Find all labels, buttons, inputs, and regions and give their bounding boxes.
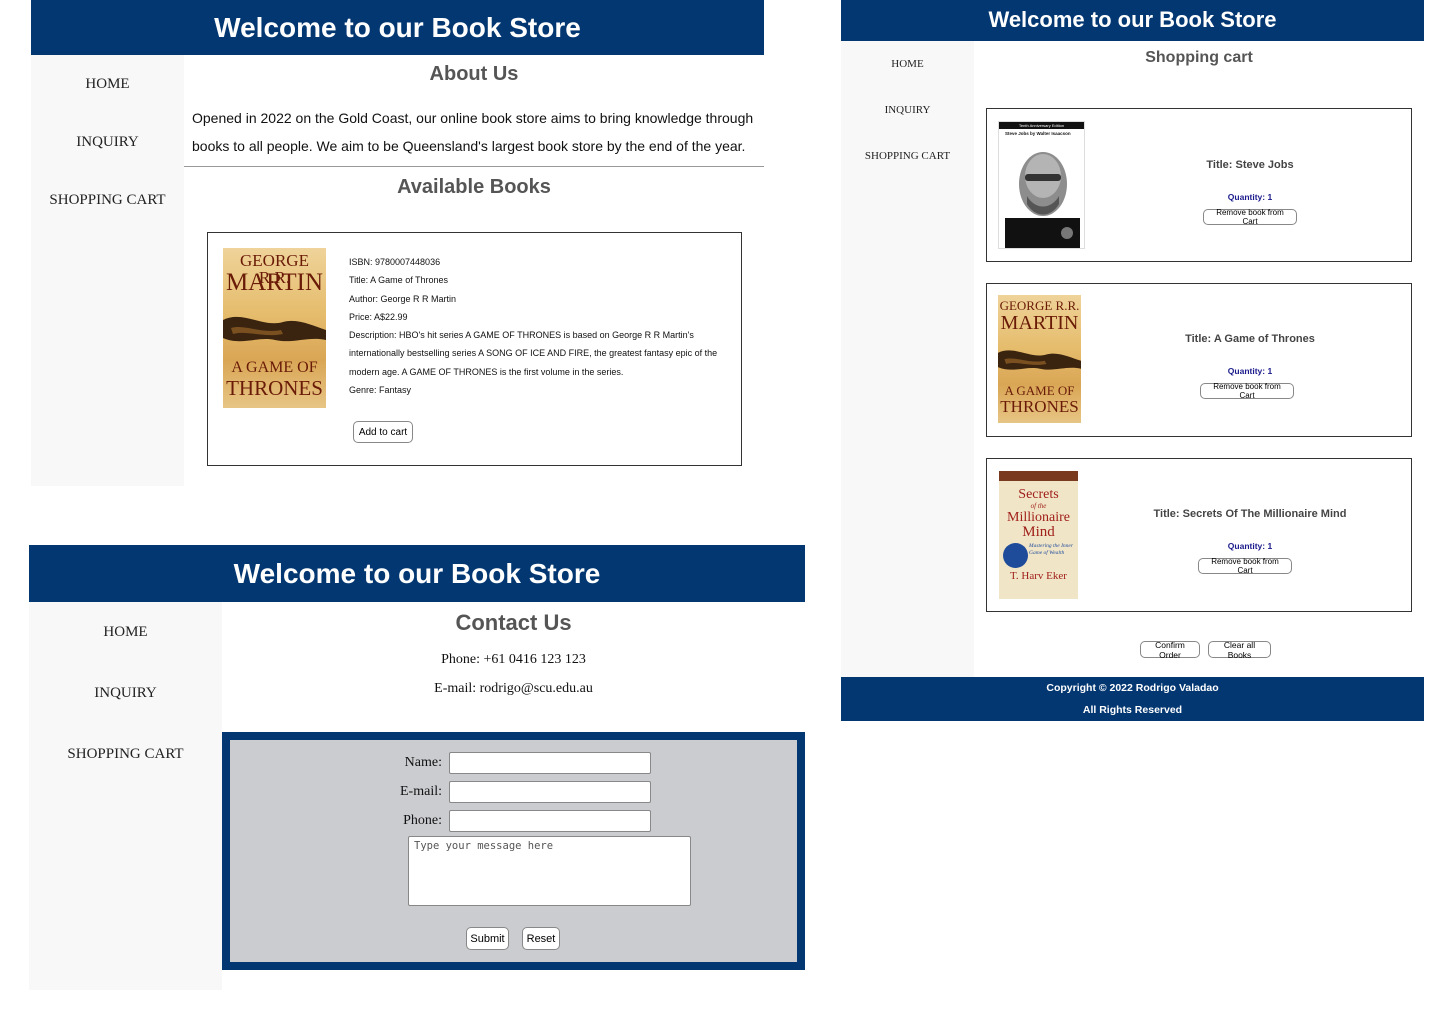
book-description: Description: HBO's hit series A GAME OF … (349, 330, 718, 377)
nav-inquiry-link[interactable]: INQUIRY (29, 685, 222, 702)
book-details: ISBN: 9780007448036 Title: A Game of Thr… (349, 253, 729, 399)
book-cover-steve-jobs: Tenth Anniversary Edition Steve Jobs by … (998, 121, 1085, 249)
confirm-order-button[interactable]: Confirm Order (1140, 640, 1200, 660)
book-price: Price: A$22.99 (349, 311, 408, 322)
cart-item-quantity: Quantity: 1 (1227, 541, 1273, 551)
about-us-heading: About Us (429, 63, 519, 85)
site-banner: Welcome to our Book Store (29, 545, 805, 602)
about-us-text: Opened in 2022 on the Gold Coast, our on… (192, 110, 754, 154)
contact-us-heading: Contact Us (455, 610, 572, 635)
book-genre: Genre: Fantasy (349, 385, 412, 396)
dragon-icon (998, 350, 1081, 370)
section-divider (184, 166, 764, 167)
about-page-panel: Welcome to our Book Store HOME INQUIRY S… (31, 0, 764, 486)
nav-home-link[interactable]: HOME (31, 76, 184, 93)
nav-home-link[interactable]: HOME (841, 58, 974, 70)
nav-shopping-cart-link[interactable]: SHOPPING CART (31, 192, 184, 209)
email-label: E-mail: (400, 784, 442, 799)
nav-inquiry-link[interactable]: INQUIRY (31, 134, 184, 151)
portrait-icon (1005, 152, 1080, 248)
main-content: About Us Opened in 2022 on the Gold Coas… (184, 55, 764, 486)
site-footer: Copyright © 2022 Rodrigo Valadao All Rig… (841, 677, 1424, 721)
phone-label: Phone: (403, 813, 442, 828)
shopping-cart-heading: Shopping cart (1145, 49, 1253, 66)
cart-item-title: Title: Steve Jobs (1206, 159, 1294, 171)
book-card: GEORGE R.R. MARTIN A GAME OF THRONES ISB… (207, 232, 742, 466)
available-books-heading: Available Books (397, 176, 551, 198)
cart-item-title: Title: A Game of Thrones (1185, 333, 1315, 345)
book-isbn: ISBN: 9780007448036 (349, 257, 441, 267)
nav-home-link[interactable]: HOME (29, 624, 222, 641)
message-textarea[interactable] (408, 836, 691, 906)
book-author: Author: George R R Martin (349, 293, 457, 304)
remove-book-button[interactable]: Remove book from Cart (1198, 557, 1292, 575)
phone-input[interactable] (449, 810, 651, 832)
reset-button[interactable]: Reset (522, 927, 560, 950)
seal-icon (1003, 543, 1028, 568)
submit-button[interactable]: Submit (466, 927, 509, 950)
inquiry-form: Name: E-mail: Phone: Submit Reset (222, 732, 805, 970)
cart-page-panel: Welcome to our Book Store HOME INQUIRY S… (841, 0, 1424, 721)
sidebar-nav: HOME INQUIRY SHOPPING CART (841, 41, 974, 677)
cart-item: GEORGE R.R. MARTIN A GAME OF THRONES Tit… (986, 283, 1412, 437)
name-label: Name: (404, 755, 442, 770)
remove-book-button[interactable]: Remove book from Cart (1200, 382, 1294, 400)
book-title: Title: A Game of Thrones (349, 275, 449, 286)
contact-page-panel: Welcome to our Book Store HOME INQUIRY S… (29, 545, 805, 990)
nav-inquiry-link[interactable]: INQUIRY (841, 104, 974, 116)
nav-shopping-cart-link[interactable]: SHOPPING CART (29, 746, 222, 763)
book-cover-secrets-millionaire-mind: Secrets of the Millionaire Mind Masterin… (999, 471, 1078, 599)
rights-text: All Rights Reserved (1082, 704, 1183, 716)
site-banner: Welcome to our Book Store (31, 0, 764, 55)
book-cover-game-of-thrones: GEORGE R.R. MARTIN A GAME OF THRONES (998, 295, 1081, 423)
email-input[interactable] (449, 781, 651, 803)
copyright-text: Copyright © 2022 Rodrigo Valadao (1046, 682, 1219, 694)
main-content: Contact Us Phone: +61 0416 123 123 E-mai… (222, 602, 805, 990)
book-cover-game-of-thrones: GEORGE R.R. MARTIN A GAME OF THRONES (223, 248, 326, 408)
clear-all-books-button[interactable]: Clear all Books (1208, 640, 1271, 660)
contact-email: E-mail: rodrigo@scu.edu.au (434, 681, 593, 696)
nav-shopping-cart-link[interactable]: SHOPPING CART (841, 150, 974, 162)
sidebar-nav: HOME INQUIRY SHOPPING CART (29, 602, 222, 990)
contact-phone: Phone: +61 0416 123 123 (441, 652, 586, 667)
cart-item-title: Title: Secrets Of The Millionaire Mind (1153, 508, 1347, 520)
main-content: Shopping cart Tenth Anniversary Edition … (974, 41, 1424, 677)
cart-item-quantity: Quantity: 1 (1227, 192, 1273, 202)
site-banner: Welcome to our Book Store (841, 0, 1424, 41)
dragon-icon (223, 316, 326, 342)
cart-item: Secrets of the Millionaire Mind Masterin… (986, 458, 1412, 612)
sidebar-nav: HOME INQUIRY SHOPPING CART (31, 55, 184, 486)
add-to-cart-button[interactable]: Add to cart (353, 421, 413, 443)
name-input[interactable] (449, 752, 651, 774)
cart-item: Tenth Anniversary Edition Steve Jobs by … (986, 108, 1412, 262)
remove-book-button[interactable]: Remove book from Cart (1203, 208, 1297, 226)
cart-item-quantity: Quantity: 1 (1227, 366, 1273, 376)
